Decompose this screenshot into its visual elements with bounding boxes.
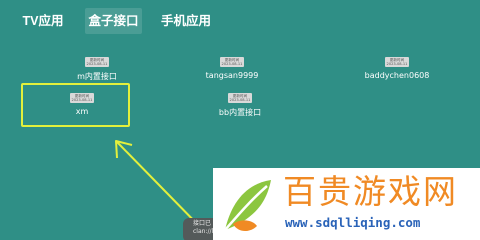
watermark-url: www.sdqlliqing.com: [285, 215, 421, 230]
site-watermark: 百贵游戏网 www.sdqlliqing.com: [213, 168, 480, 240]
leaf-logo-icon: [224, 180, 271, 231]
page-root: { "tabs": [ {"label": "TV应用", "active": …: [0, 0, 480, 240]
watermark-title: 百贵游戏网: [283, 172, 458, 211]
